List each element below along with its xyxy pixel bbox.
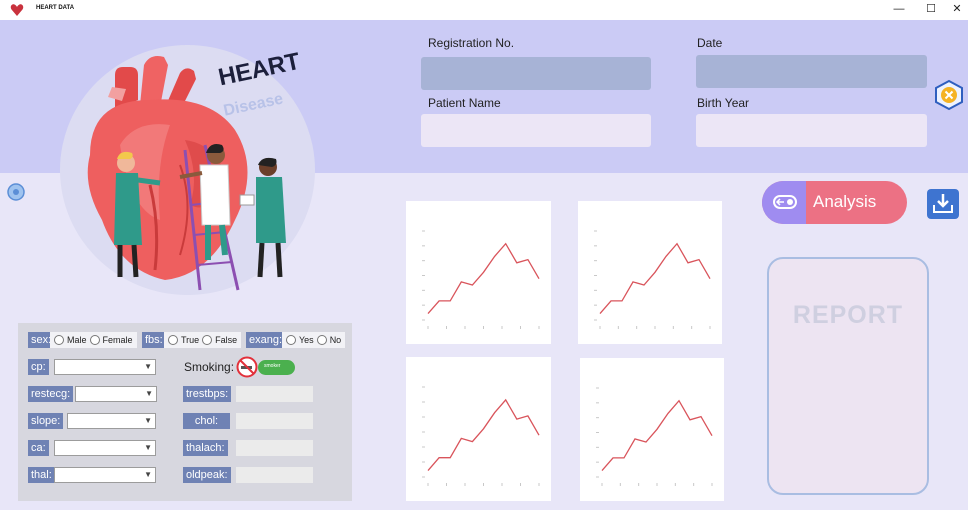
ca-label: ca: <box>28 440 49 456</box>
date-field[interactable] <box>696 55 927 88</box>
series-line <box>599 242 711 315</box>
line-chart-svg <box>422 230 540 329</box>
fbs-true-radio[interactable] <box>168 335 178 345</box>
chevron-down-icon: ▼ <box>144 362 152 371</box>
smoking-toggle-label: smoker <box>264 363 281 369</box>
report-panel: REPORT <box>767 257 929 495</box>
analysis-button[interactable]: Analysis <box>762 181 907 224</box>
trestbps-label: trestbps: <box>183 386 232 402</box>
chart-4 <box>580 358 724 501</box>
chevron-down-icon: ▼ <box>144 470 152 479</box>
settings-knob-icon[interactable] <box>7 183 25 201</box>
restecg-select[interactable]: ▼ <box>75 386 157 402</box>
sex-male-radio[interactable] <box>54 335 64 345</box>
fbs-false-radio[interactable] <box>202 335 213 345</box>
slope-select[interactable]: ▼ <box>67 413 156 429</box>
trestbps-input[interactable] <box>236 386 313 402</box>
analysis-button-label: Analysis <box>813 192 877 211</box>
sex-male-label: Male <box>67 335 87 345</box>
slope-label: slope: <box>28 413 64 429</box>
oldpeak-input[interactable] <box>236 467 313 483</box>
registration-label: Registration No. <box>428 36 515 50</box>
fbs-label: fbs: <box>142 332 166 348</box>
toggle-icon <box>773 195 797 209</box>
chol-label: chol: <box>183 413 230 429</box>
download-button[interactable] <box>927 189 959 219</box>
close-hex-icon[interactable] <box>933 79 965 111</box>
restecg-label: restecg: <box>28 386 74 402</box>
patient-name-field[interactable] <box>421 114 651 147</box>
thalach-label: thalach: <box>183 440 228 456</box>
line-chart-svg <box>596 387 713 486</box>
series-line <box>427 398 540 472</box>
birth-year-label: Birth Year <box>697 96 750 110</box>
sex-radio-group: Male Female <box>50 332 137 348</box>
exang-label: exang: <box>246 332 286 348</box>
line-chart-svg <box>422 386 540 486</box>
birth-year-field[interactable] <box>696 114 927 147</box>
sex-female-label: Female <box>102 335 133 345</box>
fbs-true-label: True <box>181 335 200 345</box>
chart-1 <box>406 201 551 344</box>
exang-no-radio[interactable] <box>316 335 327 345</box>
sex-female-radio[interactable] <box>89 335 100 345</box>
title-bar: HEART DATA — ☐ ✕ <box>0 0 968 20</box>
thalach-input[interactable] <box>236 440 313 456</box>
exang-yes-radio[interactable] <box>286 335 296 345</box>
line-chart-svg <box>594 230 711 329</box>
date-label: Date <box>697 36 723 50</box>
close-button[interactable]: ✕ <box>942 0 968 20</box>
fbs-false-label: False <box>215 335 238 345</box>
cp-label: cp: <box>28 359 49 375</box>
fbs-radio-group: True False <box>164 332 242 348</box>
registration-field[interactable] <box>421 57 651 90</box>
exang-yes-label: Yes <box>299 335 314 345</box>
smoking-label: Smoking: <box>184 360 235 374</box>
download-icon <box>933 194 953 213</box>
oldpeak-label: oldpeak: <box>183 467 231 483</box>
exang-radio-group: Yes No <box>282 332 346 348</box>
no-smoking-icon <box>236 356 258 378</box>
chart-2 <box>578 201 722 344</box>
series-line <box>427 242 540 315</box>
chol-input[interactable] <box>236 413 313 429</box>
thal-label: thal: <box>28 467 55 483</box>
heart-logo-icon <box>10 4 24 16</box>
thal-select[interactable]: ▼ <box>54 467 156 483</box>
exang-no-label: No <box>329 335 342 345</box>
chevron-down-icon: ▼ <box>144 416 152 425</box>
analysis-button-icon-area <box>762 181 806 224</box>
series-line <box>601 399 713 472</box>
chart-3 <box>406 357 551 501</box>
heart-illustration <box>87 56 286 291</box>
report-title: REPORT <box>792 301 904 329</box>
window-title: HEART DATA <box>36 5 75 11</box>
ca-select[interactable]: ▼ <box>54 440 156 456</box>
minimize-button[interactable]: — <box>884 0 914 20</box>
chevron-down-icon: ▼ <box>145 389 153 398</box>
patient-name-label: Patient Name <box>428 96 501 110</box>
cp-select[interactable]: ▼ <box>54 359 156 375</box>
chevron-down-icon: ▼ <box>144 443 152 452</box>
